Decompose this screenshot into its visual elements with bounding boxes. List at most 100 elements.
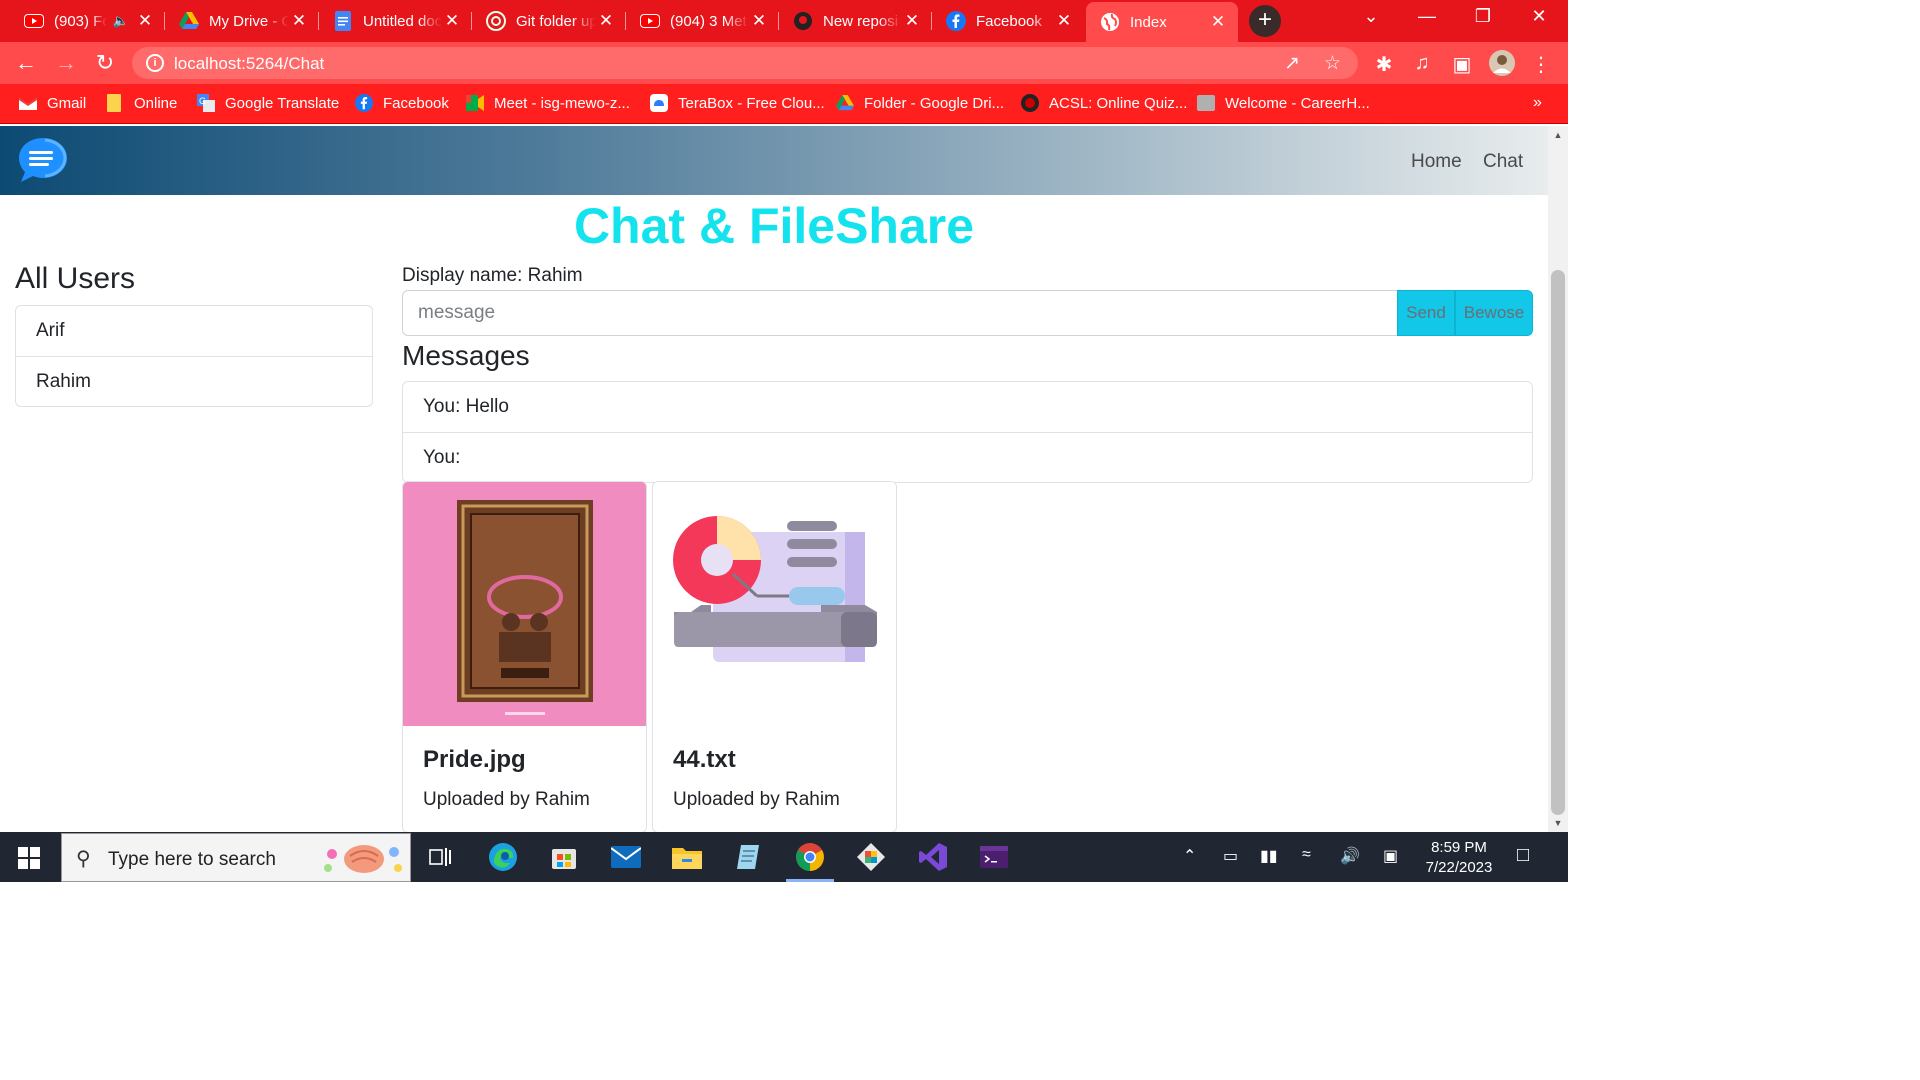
- git-client-icon[interactable]: [853, 840, 889, 874]
- message-item: You:: [403, 432, 1532, 482]
- browser-tab-index-active[interactable]: Index ✕: [1086, 2, 1238, 42]
- file-card[interactable]: 44.txt Uploaded by Rahim: [652, 481, 897, 832]
- microsoft-store-icon[interactable]: [546, 840, 582, 874]
- reload-icon[interactable]: ↻: [92, 50, 118, 76]
- bookmark-label: Gmail: [47, 94, 87, 112]
- media-control-icon[interactable]: ♫: [1409, 52, 1435, 75]
- close-tab-icon[interactable]: ✕: [749, 11, 769, 31]
- file-explorer-icon[interactable]: [669, 840, 705, 874]
- bookmark-google-drive-folder[interactable]: Folder - Google Dri...: [836, 94, 1004, 112]
- users-list: Arif Rahim: [15, 305, 373, 407]
- bookmark-careerh[interactable]: Welcome - CareerH...: [1197, 94, 1370, 112]
- nav-home-link[interactable]: Home: [1411, 151, 1462, 173]
- browser-tab-youtube-1[interactable]: (903) Fo 🔈 ✕: [10, 0, 165, 42]
- windows-start-icon[interactable]: [18, 847, 40, 869]
- extensions-icon[interactable]: ✱: [1371, 52, 1397, 77]
- forward-icon[interactable]: →: [53, 50, 79, 76]
- windows-taskbar: ⚲ Type here to search ⌃ ▭ ▮▮ ≈ 🔊 ▣ 8:59 …: [0, 832, 1568, 882]
- scroll-up-arrow-icon[interactable]: ▲: [1548, 130, 1568, 140]
- user-item[interactable]: Rahim: [16, 356, 372, 406]
- close-tab-icon[interactable]: ✕: [1054, 11, 1074, 31]
- meet-now-icon[interactable]: ▭: [1223, 846, 1238, 866]
- file-name[interactable]: Pride.jpg: [423, 746, 526, 774]
- chrome-icon[interactable]: [786, 840, 834, 882]
- address-url[interactable]: localhost:5264/Chat: [174, 54, 324, 74]
- gmail-icon: [19, 94, 37, 112]
- messages-list: You: Hello You:: [402, 381, 1533, 483]
- bookmark-facebook[interactable]: Facebook: [355, 94, 449, 112]
- volume-icon[interactable]: 🔊: [1340, 846, 1360, 866]
- visual-studio-icon[interactable]: [915, 840, 951, 874]
- browser-tab-drive[interactable]: My Drive - G ✕: [165, 0, 319, 42]
- browser-menu-icon[interactable]: ⋮: [1528, 52, 1554, 77]
- facebook-icon: [355, 94, 373, 112]
- close-tab-icon[interactable]: ✕: [596, 11, 616, 31]
- notifications-icon[interactable]: □: [1517, 844, 1529, 867]
- battery-icon[interactable]: ▮▮: [1260, 846, 1278, 866]
- bookmark-online[interactable]: Online: [106, 94, 177, 112]
- taskbar-search-box[interactable]: ⚲ Type here to search: [61, 833, 411, 882]
- close-tab-icon[interactable]: ✕: [1208, 12, 1228, 32]
- browser-tab-facebook[interactable]: Facebook ✕: [932, 0, 1084, 42]
- browse-button[interactable]: Bewose: [1455, 290, 1533, 336]
- bookmarks-overflow-icon[interactable]: »: [1533, 94, 1542, 112]
- file-thumbnail-report-icon[interactable]: [653, 482, 896, 726]
- translate-icon: G: [197, 94, 215, 112]
- side-panel-icon[interactable]: ▣: [1449, 52, 1475, 77]
- speaker-icon[interactable]: 🔈: [113, 13, 129, 29]
- site-info-icon[interactable]: i: [146, 54, 164, 72]
- user-item[interactable]: Arif: [16, 306, 372, 356]
- message-input[interactable]: [402, 290, 1398, 336]
- search-icon: ⚲: [76, 848, 91, 870]
- bookmark-star-icon[interactable]: ☆: [1324, 52, 1341, 75]
- show-hidden-icons-icon[interactable]: ⌃: [1183, 846, 1196, 866]
- file-thumbnail-book-cover[interactable]: [403, 482, 646, 726]
- page-scrollbar[interactable]: ▲ ▼: [1548, 126, 1568, 832]
- keyboard-layout-icon[interactable]: ▣: [1383, 846, 1398, 866]
- bookmark-google-translate[interactable]: G Google Translate: [197, 94, 339, 112]
- taskbar-clock[interactable]: 8:59 PM 7/22/2023: [1418, 838, 1500, 878]
- close-window-icon[interactable]: ✕: [1519, 6, 1559, 27]
- mail-icon[interactable]: [608, 840, 644, 874]
- close-tab-icon[interactable]: ✕: [442, 11, 462, 31]
- scrollbar-thumb[interactable]: [1551, 270, 1565, 815]
- minimize-icon[interactable]: —: [1407, 6, 1447, 27]
- tab-title: Untitled doc: [363, 12, 442, 30]
- chatgpt-icon: [486, 11, 506, 31]
- share-icon[interactable]: ↗: [1284, 52, 1300, 75]
- terminal-icon[interactable]: [976, 840, 1012, 874]
- browser-tab-youtube-2[interactable]: (904) 3 Met ✕: [626, 0, 779, 42]
- file-name[interactable]: 44.txt: [673, 746, 736, 774]
- new-tab-button[interactable]: +: [1249, 5, 1281, 37]
- bookmark-label: TeraBox - Free Clou...: [678, 94, 825, 112]
- notepad-icon[interactable]: [730, 840, 766, 874]
- tab-title: Index: [1130, 13, 1167, 31]
- restore-icon[interactable]: ❐: [1463, 6, 1503, 27]
- bookmark-gmail[interactable]: Gmail: [19, 94, 86, 112]
- back-icon[interactable]: ←: [13, 50, 39, 76]
- wifi-icon[interactable]: ≈: [1302, 846, 1311, 864]
- page-viewport: Home Chat Chat & FileShare All Users Ari…: [0, 126, 1548, 832]
- chat-logo-icon[interactable]: [17, 136, 69, 184]
- bookmark-acsl[interactable]: ACSL: Online Quiz...: [1021, 94, 1187, 112]
- edge-icon[interactable]: [485, 840, 521, 874]
- bookmark-meet[interactable]: Meet - isg-mewo-z...: [466, 94, 630, 112]
- github-icon: [793, 11, 813, 31]
- bookmark-terabox[interactable]: TeraBox - Free Clou...: [650, 94, 825, 112]
- careerh-icon: [1197, 94, 1215, 112]
- address-bar[interactable]: i localhost:5264/Chat ↗ ☆: [132, 47, 1358, 79]
- send-button[interactable]: Send: [1397, 290, 1455, 336]
- browser-tab-chatgpt[interactable]: Git folder up ✕: [472, 0, 626, 42]
- task-view-icon[interactable]: [422, 840, 458, 874]
- scroll-down-arrow-icon[interactable]: ▼: [1548, 818, 1568, 828]
- close-tab-icon[interactable]: ✕: [135, 11, 155, 31]
- profile-avatar[interactable]: [1488, 49, 1515, 83]
- close-tab-icon[interactable]: ✕: [289, 11, 309, 31]
- tab-search-icon[interactable]: ⌄: [1351, 6, 1391, 27]
- browser-tab-docs[interactable]: Untitled doc ✕: [319, 0, 472, 42]
- browser-tab-github[interactable]: New reposi ✕: [779, 0, 932, 42]
- close-tab-icon[interactable]: ✕: [902, 11, 922, 31]
- file-card[interactable]: Pride.jpg Uploaded by Rahim: [402, 481, 647, 832]
- youtube-icon: [24, 11, 44, 31]
- nav-chat-link[interactable]: Chat: [1483, 151, 1523, 173]
